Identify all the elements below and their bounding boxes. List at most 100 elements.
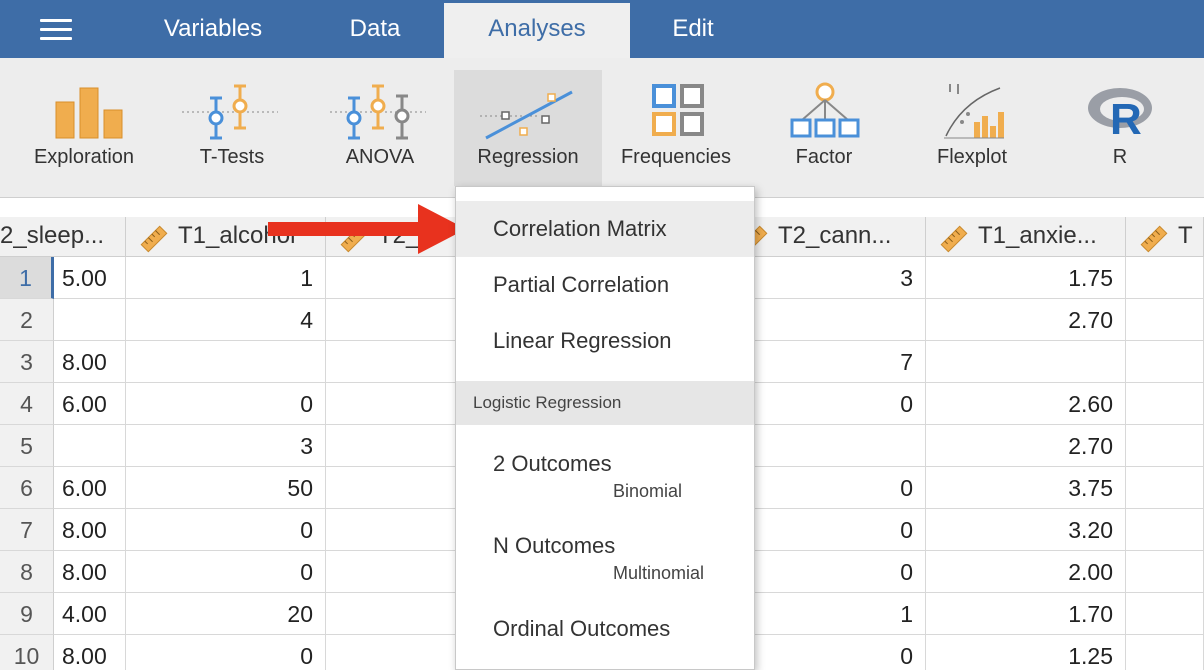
table-cell[interactable]: 0 <box>726 551 926 593</box>
tab-edit[interactable]: Edit <box>632 0 754 58</box>
table-cell[interactable] <box>1126 551 1204 593</box>
row-number[interactable]: 8 <box>0 551 54 593</box>
table-cell[interactable]: 1.70 <box>926 593 1126 635</box>
row-number[interactable]: 10 <box>0 635 54 670</box>
tab-variables[interactable]: Variables <box>140 0 286 58</box>
regression-button[interactable]: Regression <box>454 70 602 186</box>
table-cell[interactable]: 3 <box>726 257 926 299</box>
table-cell[interactable]: 3 <box>126 425 326 467</box>
row-number[interactable]: 1 <box>0 257 54 299</box>
anova-label: ANOVA <box>345 146 415 168</box>
column-header[interactable]: T2_cann... <box>726 217 926 257</box>
column-header[interactable]: T <box>1126 217 1204 257</box>
row-number[interactable]: 6 <box>0 467 54 509</box>
regression-label: Regression <box>477 146 579 168</box>
table-cell[interactable] <box>1126 635 1204 670</box>
table-cell[interactable]: 2.00 <box>926 551 1126 593</box>
row-number[interactable]: 2 <box>0 299 54 341</box>
table-cell[interactable] <box>1126 383 1204 425</box>
app-window: Variables Data Analyses Edit Exploration <box>0 0 1204 670</box>
menu-item-n-outcomes[interactable]: N Outcomes Multinomial <box>456 519 754 591</box>
section-header-logistic-regression: Logistic Regression <box>456 381 754 425</box>
table-cell[interactable]: 0 <box>126 383 326 425</box>
table-cell[interactable]: 2.70 <box>926 299 1126 341</box>
table-cell[interactable] <box>1126 467 1204 509</box>
table-cell[interactable]: 20 <box>126 593 326 635</box>
table-cell[interactable]: 0 <box>726 509 926 551</box>
table-cell[interactable]: 3.75 <box>926 467 1126 509</box>
table-cell[interactable]: 0 <box>126 635 326 670</box>
table-cell[interactable] <box>1126 257 1204 299</box>
ttests-button[interactable]: T-Tests <box>158 70 306 186</box>
row-number[interactable]: 4 <box>0 383 54 425</box>
column-header-label: T2_cann... <box>778 222 892 249</box>
svg-text:R: R <box>1110 95 1142 142</box>
table-cell[interactable]: 50 <box>126 467 326 509</box>
table-cell[interactable]: 8.00 <box>54 509 126 551</box>
table-cell[interactable] <box>1126 299 1204 341</box>
table-cell[interactable]: 0 <box>726 635 926 670</box>
table-cell[interactable]: 5.00 <box>54 257 126 299</box>
table-cell[interactable]: 2.70 <box>926 425 1126 467</box>
table-cell[interactable]: 0 <box>126 509 326 551</box>
r-label: R <box>1112 146 1128 168</box>
hamburger-menu-icon[interactable] <box>40 19 74 41</box>
table-cell[interactable]: 0 <box>726 467 926 509</box>
column-header[interactable]: 2_sleep... <box>0 217 126 257</box>
anova-icon <box>330 84 426 140</box>
table-cell[interactable] <box>1126 341 1204 383</box>
table-cell[interactable] <box>926 341 1126 383</box>
table-cell[interactable]: 3.20 <box>926 509 1126 551</box>
table-cell[interactable]: 1 <box>726 593 926 635</box>
menu-item-linear-regression[interactable]: Linear Regression <box>456 313 754 369</box>
table-cell[interactable]: 8.00 <box>54 341 126 383</box>
exploration-icon <box>55 87 123 139</box>
table-cell[interactable]: 0 <box>726 383 926 425</box>
column-header-label: 2_sleep... <box>0 222 105 249</box>
anova-button[interactable]: ANOVA <box>306 70 454 186</box>
column-header-label: T <box>1178 222 1193 249</box>
table-cell[interactable]: 8.00 <box>54 551 126 593</box>
table-cell[interactable] <box>54 425 126 467</box>
frequencies-button[interactable]: Frequencies <box>602 70 750 186</box>
continuous-ruler-icon <box>940 225 968 253</box>
exploration-label: Exploration <box>33 146 135 168</box>
exploration-button[interactable]: Exploration <box>10 70 158 186</box>
menu-item-ordinal-outcomes[interactable]: Ordinal Outcomes <box>456 601 754 657</box>
r-button[interactable]: R R <box>1046 70 1194 186</box>
red-arrow-icon <box>268 204 466 254</box>
factor-button[interactable]: Factor <box>750 70 898 186</box>
flexplot-label: Flexplot <box>936 146 1008 168</box>
table-cell[interactable]: 4.00 <box>54 593 126 635</box>
table-cell[interactable] <box>726 425 926 467</box>
table-cell[interactable] <box>54 299 126 341</box>
tab-data[interactable]: Data <box>310 0 440 58</box>
table-cell[interactable]: 1 <box>126 257 326 299</box>
table-cell[interactable]: 2.60 <box>926 383 1126 425</box>
table-cell[interactable] <box>1126 593 1204 635</box>
table-cell[interactable]: 6.00 <box>54 467 126 509</box>
menu-item-2-outcomes[interactable]: 2 Outcomes Binomial <box>456 437 754 509</box>
menu-item-correlation-matrix[interactable]: Correlation Matrix <box>456 201 754 257</box>
table-cell[interactable]: 0 <box>126 551 326 593</box>
table-cell[interactable]: 1.25 <box>926 635 1126 670</box>
continuous-ruler-icon <box>140 225 168 253</box>
row-number[interactable]: 7 <box>0 509 54 551</box>
table-cell[interactable] <box>726 299 926 341</box>
analyses-ribbon: Exploration T-Tests ANOVA Regression Fre… <box>0 58 1204 198</box>
table-cell[interactable]: 7 <box>726 341 926 383</box>
table-cell[interactable] <box>1126 509 1204 551</box>
row-number[interactable]: 3 <box>0 341 54 383</box>
table-cell[interactable] <box>1126 425 1204 467</box>
row-number[interactable]: 5 <box>0 425 54 467</box>
table-cell[interactable]: 6.00 <box>54 383 126 425</box>
table-cell[interactable] <box>126 341 326 383</box>
row-number[interactable]: 9 <box>0 593 54 635</box>
tab-analyses[interactable]: Analyses <box>444 3 630 58</box>
flexplot-button[interactable]: Flexplot <box>898 70 1046 186</box>
table-cell[interactable]: 1.75 <box>926 257 1126 299</box>
column-header[interactable]: T1_anxie... <box>926 217 1126 257</box>
menu-item-partial-correlation[interactable]: Partial Correlation <box>456 257 754 313</box>
table-cell[interactable]: 8.00 <box>54 635 126 670</box>
table-cell[interactable]: 4 <box>126 299 326 341</box>
